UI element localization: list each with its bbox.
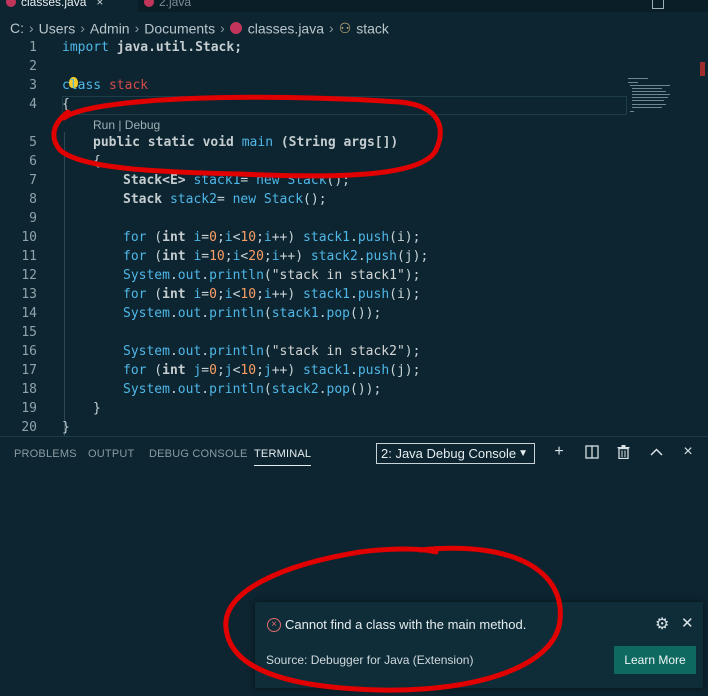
breadcrumb-file[interactable]: classes.java — [248, 20, 324, 36]
line-number: 11 — [21, 249, 37, 264]
code-line: 2 — [0, 57, 708, 76]
chevron-right-icon: › — [134, 20, 140, 37]
chevron-right-icon: › — [80, 20, 85, 37]
trash-icon — [617, 445, 629, 460]
line-number: 8 — [29, 192, 37, 207]
line-number: 4 — [29, 97, 37, 112]
code-editor[interactable]: Run | Debug 1 import java.util.Stack; 2 3… — [0, 36, 708, 436]
notification-source: Source: Debugger for Java (Extension) — [266, 653, 474, 667]
tab-debug-console[interactable]: DEBUG CONSOLE — [149, 447, 248, 461]
chevron-down-icon: ▼ — [518, 448, 528, 459]
line-number: 1 — [29, 40, 37, 55]
code-line: 9 — [0, 209, 708, 228]
line-number: 9 — [29, 211, 37, 226]
code-line: 15 — [0, 323, 708, 342]
chevron-right-icon: › — [329, 20, 334, 37]
codelens-run-debug[interactable]: Run | Debug — [93, 118, 160, 132]
split-icon — [585, 445, 599, 459]
line-number: 12 — [21, 268, 37, 283]
terminal-select[interactable]: 2: Java Debug Console ▼ — [376, 443, 535, 464]
terminal-select-value: 2: Java Debug Console — [381, 446, 517, 461]
maximize-panel-button[interactable] — [645, 441, 667, 463]
tab-2-java[interactable]: 2.java — [140, 0, 191, 12]
breadcrumb-drive[interactable]: C: — [10, 20, 24, 36]
learn-more-button[interactable]: Learn More — [614, 646, 696, 674]
line-number: 5 — [29, 135, 37, 150]
gear-icon[interactable]: ⚙ — [655, 614, 669, 634]
line-number: 18 — [21, 382, 37, 397]
code-line: 18 System.out.println(stack2.pop()); — [0, 380, 708, 399]
code-line: 8 Stack stack2= new Stack(); — [0, 190, 708, 209]
line-number: 17 — [21, 363, 37, 378]
line-number: 2 — [29, 59, 37, 74]
line-number: 10 — [21, 230, 37, 245]
scrollbar-marker[interactable] — [700, 62, 705, 76]
code-line: 3 class stack — [0, 76, 708, 95]
line-number: 7 — [29, 173, 37, 188]
line-number: 19 — [21, 401, 37, 416]
tab-close-icon[interactable]: × — [96, 0, 103, 9]
minimap[interactable] — [626, 76, 702, 114]
line-number: 6 — [29, 154, 37, 169]
line-number: 13 — [21, 287, 37, 302]
kill-terminal-button[interactable] — [612, 441, 634, 463]
breadcrumb-admin[interactable]: Admin — [90, 20, 130, 36]
close-panel-button[interactable]: × — [677, 441, 699, 463]
notification-message: Cannot find a class with the main method… — [285, 617, 527, 632]
close-icon[interactable]: ✕ — [681, 614, 694, 632]
breadcrumb-users[interactable]: Users — [39, 20, 76, 36]
code-line: 6{ — [0, 152, 708, 171]
code-line: 10 for (int i=0;i<10;i++) stack1.push(i); — [0, 228, 708, 247]
code-line: 20} — [0, 418, 708, 437]
tab-label: classes.java — [21, 0, 87, 9]
editor-tab-bar: classes.java × 2.java — [0, 0, 708, 12]
code-line: 4{ — [0, 95, 708, 114]
code-line: 1 import java.util.Stack; — [0, 38, 708, 57]
code-line: 11 for (int i=10;i<20;i++) stack2.push(j)… — [0, 247, 708, 266]
line-number: 14 — [21, 306, 37, 321]
code-line: 17 for (int j=0;j<10;j++) stack1.push(j); — [0, 361, 708, 380]
line-number: 3 — [29, 78, 37, 93]
code-line: 14 System.out.println(stack1.pop()); — [0, 304, 708, 323]
line-number: 20 — [21, 420, 37, 435]
line-number: 16 — [21, 344, 37, 359]
chevron-right-icon: › — [29, 20, 34, 37]
breadcrumb-documents[interactable]: Documents — [144, 20, 215, 36]
tab-output[interactable]: OUTPUT — [88, 447, 134, 461]
new-terminal-button[interactable]: + — [548, 441, 570, 463]
breadcrumb-symbol[interactable]: stack — [356, 20, 389, 36]
split-editor-icon[interactable] — [652, 0, 664, 9]
java-file-icon — [144, 0, 154, 7]
chevron-right-icon: › — [220, 20, 225, 37]
code-line: 19} — [0, 399, 708, 418]
split-terminal-button[interactable] — [581, 441, 603, 463]
tab-problems[interactable]: PROBLEMS — [14, 447, 77, 461]
code-line: 7 Stack<E> stack1= new Stack(); — [0, 171, 708, 190]
line-number: 15 — [21, 325, 37, 340]
code-line: 5 public static void main (String args[]) — [0, 133, 708, 152]
tab-label: 2.java — [159, 0, 192, 9]
error-notification: × Cannot find a class with the main meth… — [255, 602, 703, 688]
tab-terminal[interactable]: TERMINAL — [254, 447, 312, 466]
class-symbol-icon: ⚇ — [338, 20, 352, 37]
java-file-icon — [229, 22, 242, 35]
chevron-up-icon — [649, 448, 663, 456]
code-line: 13 for (int i=0;i<10;i++) stack1.push(i); — [0, 285, 708, 304]
code-line: 16 System.out.println("stack in stack2"); — [0, 342, 708, 361]
tab-classes-java[interactable]: classes.java × — [0, 0, 138, 12]
java-file-icon — [6, 0, 16, 7]
code-line: 12 System.out.println("stack in stack1"); — [0, 266, 708, 285]
error-circle-icon: × — [267, 618, 281, 632]
